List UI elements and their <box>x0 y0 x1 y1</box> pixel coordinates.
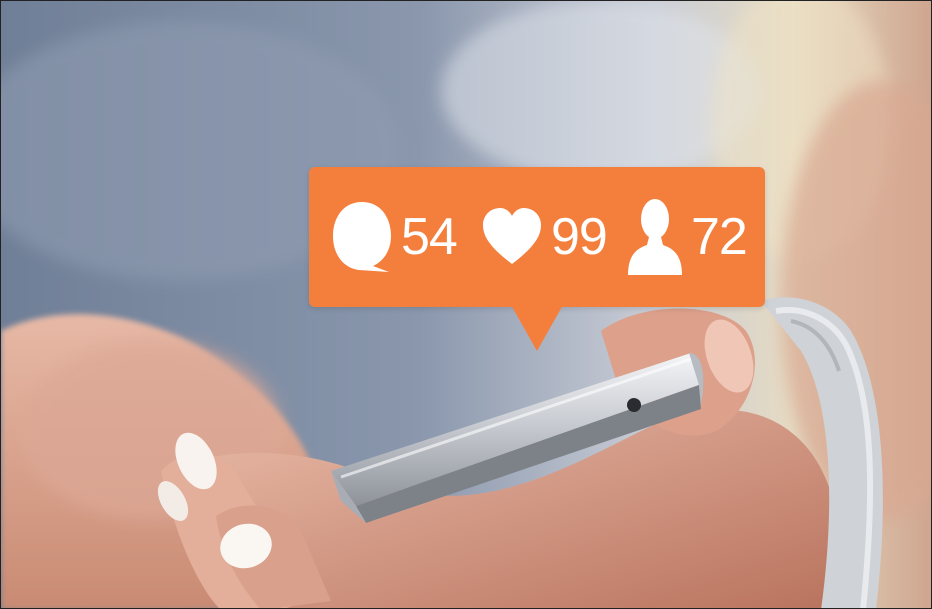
followers-count: 72 <box>691 208 748 266</box>
social-notification-photo: 54 99 72 <box>0 0 932 609</box>
likes-count: 99 <box>551 208 608 266</box>
heart-icon <box>481 206 543 268</box>
notification-pointer <box>511 305 563 351</box>
user-icon <box>627 197 683 277</box>
comments-count: 54 <box>401 208 458 266</box>
notification-bubble: 54 99 72 <box>309 167 765 307</box>
comment-bubble-icon <box>331 198 393 276</box>
followers-counter: 72 <box>627 167 748 307</box>
comments-counter: 54 <box>331 167 458 307</box>
likes-counter: 99 <box>481 167 608 307</box>
